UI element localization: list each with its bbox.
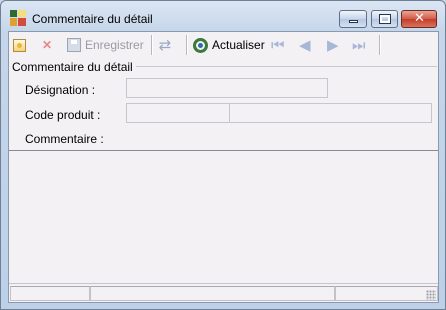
toolbar-separator bbox=[186, 35, 188, 55]
next-record-icon: ▶ bbox=[327, 36, 339, 54]
next-record-button[interactable]: ▶ bbox=[327, 35, 339, 55]
save-button[interactable]: Enregistrer bbox=[67, 35, 144, 55]
resize-grip-icon[interactable] bbox=[426, 290, 436, 300]
toolbar-separator bbox=[151, 35, 153, 55]
app-grid-icon[interactable] bbox=[10, 10, 26, 26]
refresh-icon bbox=[193, 37, 208, 53]
sync-button[interactable]: ⇄ bbox=[157, 35, 173, 55]
status-bar bbox=[9, 285, 438, 302]
maximize-icon bbox=[379, 14, 391, 24]
code-produit-field[interactable] bbox=[126, 103, 230, 123]
previous-record-button[interactable]: ◀ bbox=[299, 35, 311, 55]
save-icon bbox=[67, 38, 81, 52]
toolbar: ✕ Enregistrer ⇄ Actualiser ⏮ ◀ ▶ ⏭ bbox=[9, 32, 438, 58]
new-record-icon bbox=[13, 38, 26, 52]
new-record-button[interactable] bbox=[13, 35, 26, 55]
last-record-icon: ⏭ bbox=[352, 36, 366, 54]
sync-icon: ⇄ bbox=[158, 36, 172, 54]
close-icon: ✕ bbox=[414, 11, 425, 26]
group-title: Commentaire du détail bbox=[12, 60, 136, 74]
save-label: Enregistrer bbox=[85, 38, 144, 52]
minimize-button[interactable] bbox=[339, 10, 367, 28]
minimize-icon bbox=[349, 20, 358, 23]
first-record-button[interactable]: ⏮ bbox=[271, 35, 285, 55]
group-divider bbox=[117, 66, 437, 67]
refresh-button[interactable]: Actualiser bbox=[193, 35, 265, 55]
last-record-button[interactable]: ⏭ bbox=[352, 35, 366, 55]
client-area: ✕ Enregistrer ⇄ Actualiser ⏮ ◀ ▶ ⏭ Comme bbox=[8, 31, 439, 303]
maximize-button[interactable] bbox=[371, 10, 398, 28]
code-produit-label: Code produit : bbox=[25, 108, 101, 122]
title-bar[interactable]: Commentaire du détail ✕ bbox=[1, 1, 445, 31]
commentaire-textarea[interactable] bbox=[9, 150, 438, 284]
refresh-label: Actualiser bbox=[212, 38, 265, 52]
designation-label: Désignation : bbox=[25, 83, 96, 97]
app-window: Commentaire du détail ✕ ✕ Enregistrer ⇄ bbox=[0, 0, 446, 310]
close-button[interactable]: ✕ bbox=[401, 10, 437, 28]
status-panel-2 bbox=[90, 286, 335, 301]
toolbar-separator bbox=[379, 35, 381, 55]
delete-button[interactable]: ✕ bbox=[41, 35, 53, 55]
designation-field[interactable] bbox=[126, 78, 328, 98]
product-description-field[interactable] bbox=[229, 103, 432, 123]
delete-icon: ✕ bbox=[41, 38, 53, 52]
window-title: Commentaire du détail bbox=[32, 12, 153, 26]
status-panel-1 bbox=[10, 286, 90, 301]
previous-record-icon: ◀ bbox=[299, 36, 311, 54]
status-panel-3 bbox=[335, 286, 438, 301]
commentaire-label: Commentaire : bbox=[25, 132, 104, 146]
first-record-icon: ⏮ bbox=[271, 36, 285, 54]
